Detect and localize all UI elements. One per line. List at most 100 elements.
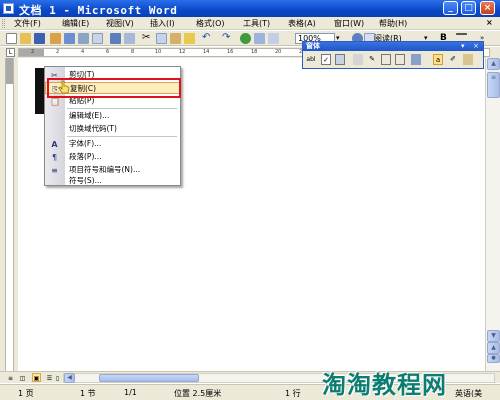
menu-item-label: 切换域代码(T) [69, 124, 117, 133]
menu-edit[interactable]: 编辑(E) [62, 18, 89, 29]
menu-item-paragraph[interactable]: ¶ 段落(P)... [45, 151, 180, 163]
menu-item-label: 符号(S)... [69, 176, 102, 185]
browse-object-button[interactable]: ● [487, 354, 500, 363]
cut-icon[interactable]: ✂ [142, 33, 153, 44]
menu-item-toggle-field-codes[interactable]: 切换域代码(T) [45, 123, 180, 135]
pencil-icon[interactable]: ✐ [448, 54, 458, 65]
hand-cursor-icon [58, 80, 70, 94]
format-painter-icon[interactable] [184, 33, 195, 44]
ruler-number: 8 [131, 49, 135, 55]
save-icon[interactable] [34, 33, 45, 44]
status-section: 1 节 [80, 389, 96, 398]
ruler-margin [6, 58, 13, 84]
print-icon[interactable] [78, 33, 89, 44]
menu-item-edit-field[interactable]: 编辑域(E)... [45, 110, 180, 122]
menu-item-label: 编辑域(E)... [69, 111, 110, 120]
forms-toolbar: 窗体 ▾ × abl ✓ ✎ a ✐ [302, 41, 484, 69]
toolbar-options-icon[interactable]: ▾ [461, 42, 465, 51]
dropdown-field-icon[interactable] [335, 54, 345, 65]
status-line: 1 行 [285, 389, 301, 398]
menu-grip[interactable] [2, 19, 5, 28]
vertical-ruler[interactable] [0, 58, 18, 371]
horizontal-scroll-thumb[interactable] [99, 374, 199, 382]
bullets-icon: ≡ [51, 166, 58, 175]
paste-icon: 📋 [50, 97, 60, 106]
status-language: 英语(美 [455, 389, 483, 398]
window-title: 文档 1 - Microsoft Word [19, 4, 178, 17]
word-app-icon[interactable] [3, 3, 14, 14]
scroll-up-button[interactable]: ▲ [487, 58, 500, 70]
research-icon[interactable] [124, 33, 135, 44]
menu-view[interactable]: 视图(V) [106, 18, 134, 29]
font-icon: A [51, 140, 58, 149]
paste-icon[interactable] [170, 33, 181, 44]
site-watermark: 淘淘教程网 [322, 370, 447, 399]
ruler-number: 6 [106, 49, 110, 55]
status-position: 位置 2.5厘米 [174, 389, 222, 398]
copy-icon[interactable] [156, 33, 167, 44]
checkbox-field-icon[interactable]: ✓ [321, 54, 331, 65]
ruler-number: 20 [275, 49, 282, 55]
menu-item-symbol[interactable]: 符号(S)... [45, 175, 180, 186]
reset-form-fields-icon[interactable]: a [433, 54, 443, 65]
tab-selector[interactable]: L [6, 48, 15, 57]
ruler-number: 18 [251, 49, 258, 55]
field-options-icon[interactable] [353, 54, 363, 65]
close-button[interactable]: × [480, 1, 495, 15]
previous-page-button[interactable]: ▲ [487, 342, 500, 354]
print-preview-icon[interactable] [92, 33, 103, 44]
scroll-thumb[interactable]: ≡ [487, 72, 500, 98]
protect-form-icon[interactable] [463, 54, 473, 65]
field-shading-icon[interactable] [411, 54, 421, 65]
new-document-icon[interactable] [6, 33, 17, 44]
title-bar: 文档 1 - Microsoft Word _ □ × [0, 0, 500, 17]
draw-table-icon[interactable]: ✎ [367, 54, 377, 65]
reading-layout-icon[interactable]: ▯ [53, 373, 62, 382]
print-layout-icon[interactable]: ▣ [32, 373, 41, 382]
vertical-scrollbar[interactable]: ▲ ≡ ▼ ▲ ● [485, 58, 500, 371]
forms-toolbar-title[interactable]: 窗体 [303, 42, 483, 51]
menu-window[interactable]: 窗口(W) [334, 18, 364, 29]
maximize-button[interactable]: □ [461, 1, 476, 15]
tables-borders-icon[interactable] [254, 33, 265, 44]
text-field-icon[interactable]: abl [306, 54, 316, 65]
spelling-icon[interactable] [110, 33, 121, 44]
vertical-ruler-track [5, 58, 14, 371]
ruler-number: 2 [56, 49, 60, 55]
menu-help[interactable]: 帮助(H) [379, 18, 407, 29]
ruler-number: 10 [155, 49, 162, 55]
minimize-button[interactable]: _ [443, 1, 458, 15]
menu-table[interactable]: 表格(A) [288, 18, 316, 29]
menu-format[interactable]: 格式(O) [196, 18, 225, 29]
web-layout-icon[interactable]: ◫ [18, 373, 27, 382]
undo-icon[interactable]: ↶ [202, 33, 213, 44]
menu-item-label: 段落(P)... [69, 152, 102, 161]
forms-toolbar-close-icon[interactable]: × [473, 42, 479, 51]
menu-item-label: 字体(F)... [69, 139, 102, 148]
ruler-number: 14 [203, 49, 210, 55]
menu-item-font[interactable]: A 字体(F)... [45, 138, 180, 150]
ruler-number: 16 [227, 49, 234, 55]
menu-tools[interactable]: 工具(T) [243, 18, 270, 29]
menu-separator [67, 108, 177, 109]
insert-frame-icon[interactable] [395, 54, 405, 65]
open-folder-icon[interactable] [20, 33, 31, 44]
status-pages: 1/1 [124, 388, 137, 397]
normal-view-icon[interactable]: ≡ [6, 373, 15, 382]
insert-table-icon[interactable] [268, 33, 279, 44]
ruler-number: 2 [31, 49, 35, 55]
ruler-number: 12 [179, 49, 186, 55]
email-icon[interactable] [64, 33, 75, 44]
menu-file[interactable]: 文件(F) [14, 18, 41, 29]
paragraph-icon: ¶ [51, 153, 58, 162]
redo-icon[interactable]: ↷ [222, 33, 233, 44]
hyperlink-icon[interactable] [240, 33, 251, 44]
menu-insert[interactable]: 插入(I) [150, 18, 175, 29]
menu-bar: 文件(F) 编辑(E) 视图(V) 插入(I) 格式(O) 工具(T) 表格(A… [0, 17, 500, 30]
scroll-left-button[interactable]: ◀ [64, 373, 75, 383]
menu-separator [67, 136, 177, 137]
insert-table-icon[interactable] [381, 54, 391, 65]
permission-icon[interactable] [50, 33, 61, 44]
close-document-icon[interactable]: × [486, 18, 493, 27]
scroll-down-button[interactable]: ▼ [487, 330, 500, 342]
